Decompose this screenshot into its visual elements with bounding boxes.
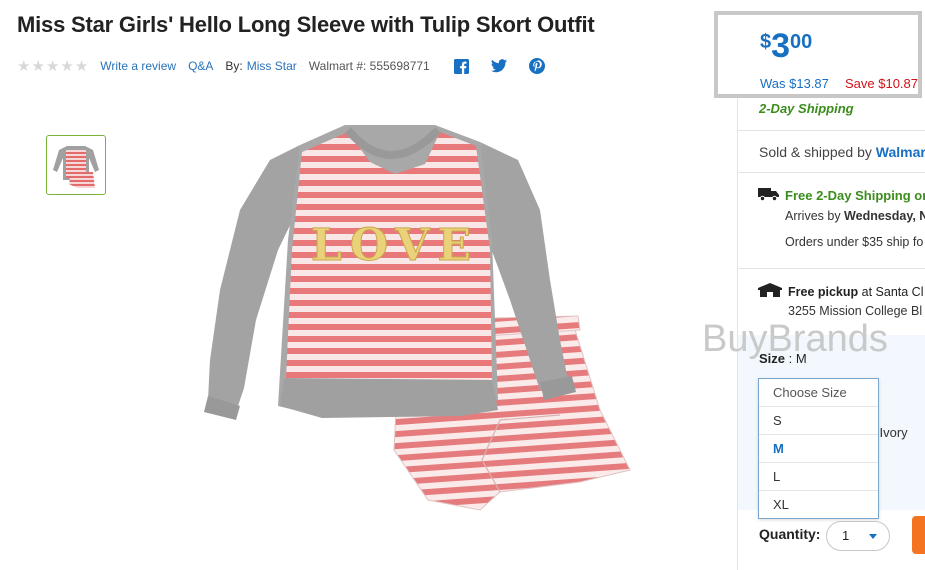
divider [738, 172, 925, 173]
star-icon: ★ [60, 57, 74, 75]
pickup-prefix: Free pickup [788, 285, 859, 299]
seller-link[interactable]: Walmart [876, 144, 925, 160]
star-icon: ★ [74, 57, 89, 75]
divider [738, 130, 925, 131]
arrival-date: Arrives by Wednesday, N [785, 209, 925, 223]
star-icon: ★ [17, 57, 31, 75]
sold-prefix: Sold & shipped by [759, 144, 876, 160]
arrives-day: Wednesday, N [844, 209, 925, 223]
quantity-select[interactable]: 1 [826, 521, 890, 551]
pickup-location: at Santa Cl [858, 285, 924, 299]
star-icon: ★ [31, 57, 45, 75]
was-price: Was $13.87 [760, 76, 829, 91]
rating-stars[interactable]: ★ ★ ★ ★ ★ [17, 59, 88, 74]
price-box: $300 Was $13.87 Save $10.87 [714, 11, 922, 98]
add-to-cart-button[interactable] [912, 516, 925, 554]
size-option-choose[interactable]: Choose Size [759, 379, 878, 407]
size-option-xl[interactable]: XL [759, 491, 878, 519]
thumbnail-image [53, 146, 99, 188]
price-whole: 3 [771, 27, 791, 65]
size-option-l[interactable]: L [759, 463, 878, 491]
two-day-shipping-badge: 2-Day Shipping [759, 101, 854, 116]
store-address: 3255 Mission College Bl [788, 304, 923, 318]
price-currency: $ [760, 31, 772, 53]
walmart-number: Walmart #: 555698771 [308, 59, 430, 73]
love-print: LOVE [311, 220, 479, 271]
star-icon: ★ [45, 57, 60, 75]
sold-shipped-by: Sold & shipped by Walmart [759, 144, 925, 160]
quantity-label: Quantity: [759, 526, 821, 542]
price-cents: 00 [790, 31, 813, 53]
shipping-threshold-note: Orders under $35 ship fo [785, 235, 924, 249]
quantity-value: 1 [842, 528, 850, 543]
chevron-down-icon [869, 534, 877, 539]
store-icon [758, 283, 782, 302]
arrives-prefix: Arrives by [785, 209, 845, 223]
truck-icon [758, 187, 780, 206]
social-share [453, 58, 545, 74]
qa-link[interactable]: Q&A [188, 59, 213, 73]
save-amount: Save $10.87 [845, 76, 919, 91]
product-title: Miss Star Girls' Hello Long Sleeve with … [17, 12, 595, 37]
divider [738, 268, 925, 269]
brand-link[interactable]: Miss Star [247, 59, 297, 73]
size-option-m[interactable]: M [759, 435, 878, 463]
free-pickup: Free pickup at Santa Cl [788, 285, 925, 299]
current-price: $300 [760, 29, 812, 63]
size-option-s[interactable]: S [759, 407, 878, 435]
size-dropdown[interactable]: Choose Size S M L XL [758, 378, 879, 519]
facebook-icon[interactable] [453, 58, 469, 74]
product-meta-row: ★ ★ ★ ★ ★ Write a review Q&A By: Miss St… [17, 58, 545, 74]
by-label: By: [225, 59, 243, 73]
watermark: BuyBrands [702, 318, 888, 360]
write-review-link[interactable]: Write a review [100, 59, 176, 73]
pinterest-icon[interactable] [528, 58, 545, 74]
product-thumbnail[interactable] [46, 135, 106, 195]
twitter-icon[interactable] [490, 59, 507, 73]
product-image[interactable]: LOVE [200, 120, 660, 520]
free-shipping-title: Free 2-Day Shipping on [785, 188, 925, 203]
